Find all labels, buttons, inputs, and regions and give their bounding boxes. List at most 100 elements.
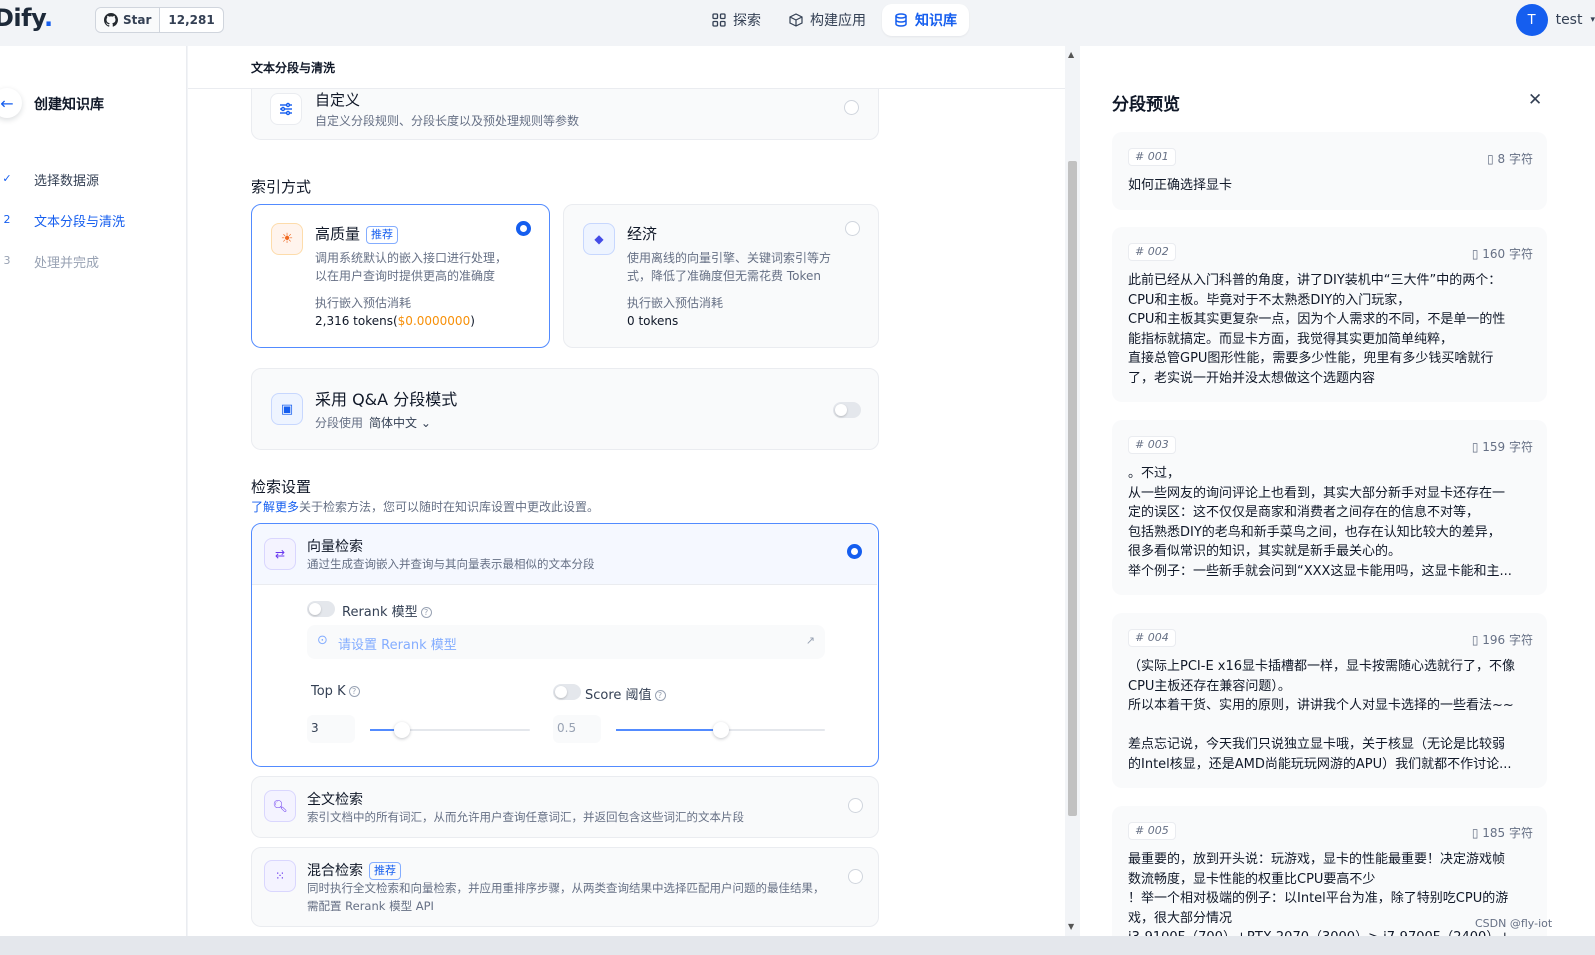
help-icon[interactable]: ? xyxy=(420,607,432,618)
score-threshold-slider[interactable] xyxy=(616,722,825,738)
qa-lang-select[interactable]: 简体中文 ⌄ xyxy=(369,416,431,430)
sun-icon: ☀ xyxy=(271,223,303,255)
step-header-title: 文本分段与清洗 xyxy=(251,61,336,75)
nav-build-app[interactable]: 构建应用 xyxy=(777,4,878,36)
vector-icon: ⇄ xyxy=(264,538,296,570)
cube-icon xyxy=(789,13,803,27)
fulltext-search-card[interactable]: 🔍︎ 全文检索 索引文档中的所有词汇，从而允许用户查询任意词汇，并返回包含这些词… xyxy=(251,776,879,838)
high-quality-radio[interactable] xyxy=(516,221,531,236)
watermark: CSDN @fly-iot xyxy=(1475,917,1553,930)
index-section-title: 索引方式 xyxy=(251,178,312,196)
main-scrollbar[interactable]: ▲ ▼ xyxy=(1065,46,1080,936)
segment-length: ▯ 196 字符 xyxy=(1472,631,1533,648)
segment-id: # 004 xyxy=(1128,629,1176,647)
preview-title: 分段预览 xyxy=(1112,95,1180,115)
custom-desc: 自定义分段规则、分段长度以及预处理规则等参数 xyxy=(315,114,580,128)
steps-sidebar: ← 创建知识库 ✓ 选择数据源 2 文本分段与清洗 3 处理并完成 xyxy=(0,46,187,955)
dify-logo[interactable]: Dify. xyxy=(0,4,53,32)
segment-id: # 005 xyxy=(1128,822,1176,840)
score-slider-handle[interactable] xyxy=(712,722,729,738)
segment-card: # 003 ▯ 159 字符 。不过， 从一些网友的询问评论上也看到，其实大部分… xyxy=(1112,420,1547,595)
segment-length-value: 8 字符 xyxy=(1497,152,1533,166)
vector-search-card[interactable]: ⇄ 向量检索 通过生成查询嵌入并查询与其向量表示最相似的文本分段 Rerank … xyxy=(251,523,879,767)
score-label-text: Score 阈值 xyxy=(585,688,652,703)
hybrid-desc-1: 同时执行全文检索和向量检索，并应用重排序步骤，从两类查询结果中选择匹配用户问题的… xyxy=(307,881,825,895)
piggy-bank-icon: ◆ xyxy=(583,223,615,255)
score-threshold-input[interactable]: 0.5 xyxy=(553,715,601,743)
hybrid-desc-2: 需配置 Rerank 模型 API xyxy=(307,899,434,913)
score-threshold-toggle[interactable] xyxy=(553,684,581,700)
step-segment-clean[interactable]: 文本分段与清洗 xyxy=(34,211,125,230)
economy-desc-1: 使用离线的向量引擎、关键词索引等方 xyxy=(627,251,832,265)
economy-desc-2: 式，降低了准确度但无需花费 Token xyxy=(627,269,821,283)
high-quality-desc-1: 调用系统默认的嵌入接口进行处理， xyxy=(315,251,508,265)
github-star-button[interactable]: Star 12,281 xyxy=(95,7,224,33)
nav-knowledge[interactable]: 知识库 xyxy=(882,4,969,36)
external-link-icon[interactable]: ↗ xyxy=(806,634,815,647)
segment-length: ▯ 185 字符 xyxy=(1472,824,1533,841)
github-star-count: 12,281 xyxy=(168,13,215,27)
hybrid-radio[interactable] xyxy=(848,869,863,884)
qa-mode-card: ▣ 采用 Q&A 分段模式 分段使用 简体中文 ⌄ xyxy=(251,368,879,450)
help-icon[interactable]: ? xyxy=(654,690,666,701)
help-icon[interactable]: ? xyxy=(348,686,360,697)
chevron-down-icon: ▾ xyxy=(1590,15,1595,25)
close-icon[interactable]: ✕ xyxy=(1528,90,1542,110)
rerank-model-select[interactable]: ⊙ 请设置 Rerank 模型 ↗ xyxy=(307,625,825,659)
grid-icon xyxy=(712,13,726,27)
chevron-down-icon: ⌄ xyxy=(420,416,431,430)
economy-cost-label: 执行嵌入预估消耗 xyxy=(627,296,724,310)
rerank-label-text: Rerank 模型 xyxy=(342,605,418,620)
rerank-placeholder: 请设置 Rerank 模型 xyxy=(338,638,457,653)
high-quality-cost-label: 执行嵌入预估消耗 xyxy=(315,296,412,310)
high-quality-card[interactable]: ☀ 高质量 推荐 调用系统默认的嵌入接口进行处理， 以在用户查询时提供更高的准确度… xyxy=(251,204,550,348)
dots-grid-icon: ⁙ xyxy=(264,860,296,892)
user-menu[interactable]: T test ▾ xyxy=(1515,4,1595,36)
score-threshold-label: Score 阈值? xyxy=(585,684,666,703)
economy-card[interactable]: ◆ 经济 使用离线的向量引擎、关键词索引等方 式，降低了准确度但无需花费 Tok… xyxy=(563,204,879,348)
nav-explore[interactable]: 探索 xyxy=(700,4,773,36)
segment-id: # 003 xyxy=(1128,436,1176,454)
document-search-icon: 🔍︎ xyxy=(264,790,296,822)
segment-text: 。不过， 从一些网友的询问评论上也看到，其实大部分新手对显卡还存在一 定的误区：… xyxy=(1128,466,1512,579)
nav-explore-label: 探索 xyxy=(733,13,761,29)
hybrid-search-card[interactable]: ⁙ 混合检索 推荐 同时执行全文检索和向量检索，并应用重排序步骤，从两类查询结果中… xyxy=(251,847,879,927)
step-header: 文本分段与清洗 xyxy=(188,46,1065,89)
segment-length-value: 196 字符 xyxy=(1482,633,1533,647)
vector-radio[interactable] xyxy=(847,544,862,559)
retrieval-section-title: 检索设置 xyxy=(251,478,312,496)
scrollbar-thumb[interactable] xyxy=(1068,161,1077,816)
economy-radio[interactable] xyxy=(845,221,860,236)
text-icon: ▯ xyxy=(1471,440,1479,454)
nav-knowledge-label: 知识库 xyxy=(915,13,957,29)
segment-text: 如何正确选择显卡 xyxy=(1128,178,1233,193)
back-button[interactable]: ← xyxy=(0,88,22,118)
text-icon: ▯ xyxy=(1471,826,1479,840)
qa-lang-row: 分段使用 简体中文 ⌄ xyxy=(315,414,431,432)
scroll-down-icon[interactable]: ▼ xyxy=(1068,922,1074,931)
sliders-icon xyxy=(270,93,302,125)
segment-text: 此前已经从入门科普的角度，讲了DIY装机中“三大件”中的两个： CPU和主板。毕… xyxy=(1128,273,1506,386)
segment-card: # 004 ▯ 196 字符 （实际上PCI-E x16显卡插槽都一样，显卡按需… xyxy=(1112,613,1547,788)
github-star[interactable]: Star xyxy=(96,8,161,32)
qa-mode-toggle[interactable] xyxy=(833,402,861,418)
segment-id: # 001 xyxy=(1128,148,1176,166)
topk-input[interactable]: 3 xyxy=(307,715,355,743)
tokens-price: $0.0000000 xyxy=(397,314,471,328)
github-icon xyxy=(104,13,118,27)
custom-radio[interactable] xyxy=(844,100,859,115)
rerank-toggle[interactable] xyxy=(307,601,335,617)
step-number-2: 2 xyxy=(3,212,11,226)
top-navbar: Dify. Star 12,281 探索 构建应用 知识库 T test ▾ xyxy=(0,0,1595,46)
text-icon: ▯ xyxy=(1487,152,1494,166)
text-icon: ▯ xyxy=(1471,633,1479,647)
fulltext-radio[interactable] xyxy=(848,798,863,813)
segment-card: # 001 ▯ 8 字符 如何正确选择显卡 xyxy=(1112,132,1547,210)
scroll-up-icon[interactable]: ▲ xyxy=(1068,50,1074,59)
learn-more-link[interactable]: 了解更多 xyxy=(251,500,299,514)
topk-slider[interactable] xyxy=(370,722,530,738)
step-select-source[interactable]: 选择数据源 xyxy=(34,170,99,189)
qa-title: 采用 Q&A 分段模式 xyxy=(315,390,458,409)
segment-id-value: 003 xyxy=(1147,438,1169,451)
topk-slider-handle[interactable] xyxy=(394,722,410,738)
